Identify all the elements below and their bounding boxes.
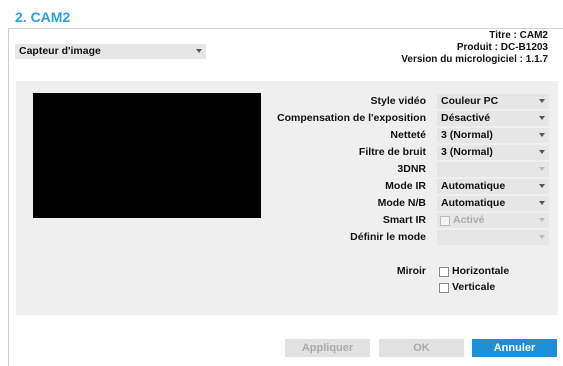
- cancel-button[interactable]: Annuler: [472, 339, 557, 357]
- set-mode-label: Définir le mode: [350, 231, 426, 243]
- device-product: Produit : DC-B1203: [456, 42, 548, 53]
- exposure-label: Compensation de l'exposition: [277, 112, 426, 124]
- sharpness-value: 3 (Normal): [441, 129, 493, 141]
- dnr-select[interactable]: [437, 162, 549, 177]
- chevron-down-icon: [539, 116, 545, 120]
- sharpness-label: Netteté: [390, 129, 426, 141]
- video-style-value: Couleur PC: [441, 95, 499, 107]
- chevron-down-icon: [539, 150, 545, 154]
- noise-filter-select[interactable]: 3 (Normal): [437, 145, 549, 160]
- exposure-value: Désactivé: [441, 112, 491, 124]
- category-select-value: Capteur d'image: [19, 45, 101, 57]
- ir-mode-select[interactable]: Automatique: [437, 179, 549, 194]
- video-style-label: Style vidéo: [370, 95, 426, 107]
- chevron-down-icon: [539, 218, 545, 222]
- ok-button[interactable]: OK: [379, 339, 464, 357]
- video-preview: [33, 93, 261, 218]
- noise-filter-value: 3 (Normal): [441, 146, 493, 158]
- ir-mode-label: Mode IR: [385, 180, 426, 192]
- bw-mode-select[interactable]: Automatique: [437, 196, 549, 211]
- apply-button[interactable]: Appliquer: [285, 339, 370, 357]
- mirror-horizontal-option[interactable]: Horizontale: [439, 265, 549, 279]
- chevron-down-icon: [539, 184, 545, 188]
- smart-ir-label: Smart IR: [382, 214, 426, 226]
- page-title: 2. CAM2: [15, 9, 71, 25]
- category-select[interactable]: Capteur d'image: [15, 44, 206, 59]
- smart-ir-value: Activé: [453, 214, 485, 226]
- mirror-horizontal-label: Horizontale: [452, 265, 510, 277]
- bw-mode-label: Mode N/B: [377, 197, 426, 209]
- dnr-label: 3DNR: [397, 163, 426, 175]
- left-border: [8, 28, 9, 366]
- mirror-horizontal-checkbox[interactable]: [439, 267, 449, 277]
- exposure-select[interactable]: Désactivé: [437, 111, 549, 126]
- device-title: Titre : CAM2: [489, 30, 548, 41]
- mirror-vertical-label: Verticale: [452, 281, 496, 293]
- chevron-down-icon: [539, 99, 545, 103]
- sharpness-select[interactable]: 3 (Normal): [437, 128, 549, 143]
- title-divider: [8, 28, 563, 29]
- chevron-down-icon: [539, 201, 545, 205]
- chevron-down-icon: [539, 133, 545, 137]
- ir-mode-value: Automatique: [441, 180, 506, 192]
- smart-ir-select[interactable]: Activé: [437, 213, 549, 228]
- device-firmware: Version du micrologiciel : 1.1.7: [401, 54, 548, 65]
- mirror-vertical-checkbox[interactable]: [439, 283, 449, 293]
- noise-filter-label: Filtre de bruit: [358, 146, 426, 158]
- mirror-label: Miroir: [396, 265, 426, 277]
- chevron-down-icon: [196, 49, 202, 53]
- mirror-vertical-option[interactable]: Verticale: [439, 281, 549, 295]
- set-mode-select[interactable]: [437, 230, 549, 245]
- chevron-down-icon: [539, 167, 545, 171]
- chevron-down-icon: [539, 235, 545, 239]
- video-style-select[interactable]: Couleur PC: [437, 94, 549, 109]
- smart-ir-checkbox[interactable]: [440, 216, 450, 226]
- bw-mode-value: Automatique: [441, 197, 506, 209]
